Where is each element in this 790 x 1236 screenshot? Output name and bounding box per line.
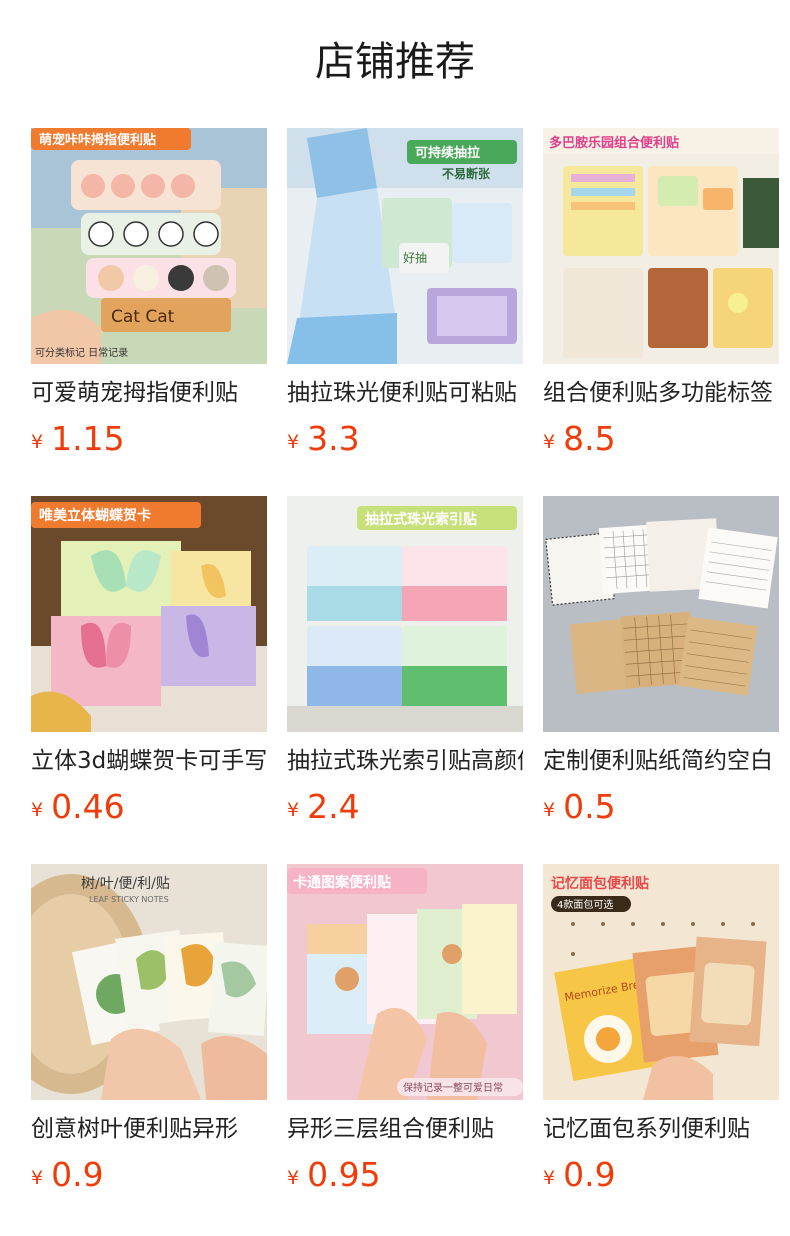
- product-price: ¥8.5: [543, 416, 616, 462]
- product-name[interactable]: 定制便利贴纸简约空白: [543, 744, 779, 778]
- price-value: 1.15: [51, 419, 125, 458]
- price-value: 0.9: [51, 1155, 104, 1194]
- product-image[interactable]: 树/叶/便/利/贴 LEAF STICKY NOTES: [31, 864, 267, 1100]
- product-image[interactable]: 唯美立体蝴蝶贺卡: [31, 496, 267, 732]
- product-price: ¥2.4: [287, 784, 360, 830]
- product-name[interactable]: 异形三层组合便利贴: [287, 1112, 523, 1146]
- product-card[interactable]: 卡通图案便利贴 保持记录一整可爱日常 异形三层组合便利贴 ¥0.95: [287, 864, 523, 1232]
- image-label-text: Cat Cat: [111, 307, 175, 327]
- image-label-text: 好抽: [403, 251, 427, 265]
- currency-symbol: ¥: [543, 799, 556, 821]
- currency-symbol: ¥: [287, 799, 300, 821]
- product-price: ¥3.3: [287, 416, 360, 462]
- product-card[interactable]: 可持续抽拉 不易断张 好抽 抽拉珠光便利贴可粘贴 ¥3.3: [287, 128, 523, 496]
- image-banner2-text: 不易断张: [442, 166, 491, 181]
- product-image[interactable]: 卡通图案便利贴 保持记录一整可爱日常: [287, 864, 523, 1100]
- product-name[interactable]: 抽拉珠光便利贴可粘贴: [287, 376, 523, 410]
- price-value: 3.3: [307, 419, 360, 458]
- currency-symbol: ¥: [31, 799, 44, 821]
- product-price: ¥0.5: [543, 784, 616, 830]
- currency-symbol: ¥: [287, 431, 300, 453]
- product-card[interactable]: 定制便利贴纸简约空白 ¥0.5: [543, 496, 779, 864]
- product-name[interactable]: 记忆面包系列便利贴: [543, 1112, 779, 1146]
- product-name[interactable]: 立体3d蝴蝶贺卡可手写: [31, 744, 267, 778]
- product-name[interactable]: 组合便利贴多功能标签: [543, 376, 779, 410]
- image-banner-text: 抽拉式珠光索引贴: [365, 511, 477, 528]
- image-banner-text: 多巴胺乐园组合便利贴: [549, 135, 679, 151]
- product-price: ¥0.95: [287, 1152, 381, 1198]
- product-image[interactable]: 萌宠咔咔拇指便利贴 Cat Cat 可分类标记 日常记录: [31, 128, 267, 364]
- currency-symbol: ¥: [543, 431, 556, 453]
- product-price: ¥0.9: [31, 1152, 104, 1198]
- product-price: ¥0.9: [543, 1152, 616, 1198]
- currency-symbol: ¥: [543, 1167, 556, 1189]
- price-value: 0.5: [563, 787, 616, 826]
- page-title: 店铺推荐: [315, 39, 475, 85]
- product-image[interactable]: 可持续抽拉 不易断张 好抽: [287, 128, 523, 364]
- image-banner2-text: 4款面包可选: [557, 898, 613, 911]
- product-card[interactable]: 唯美立体蝴蝶贺卡 立体3d蝴蝶贺卡可手写 ¥0.46: [31, 496, 267, 864]
- product-image[interactable]: 记忆面包便利贴 4款面包可选 Memorize Bread: [543, 864, 779, 1100]
- product-name[interactable]: 抽拉式珠光索引贴高颜值: [287, 744, 523, 778]
- price-value: 2.4: [307, 787, 360, 826]
- price-value: 0.46: [51, 787, 125, 826]
- product-image[interactable]: 抽拉式珠光索引贴: [287, 496, 523, 732]
- product-card[interactable]: 记忆面包便利贴 4款面包可选 Memorize Bread 记忆面包系列便利贴 …: [543, 864, 779, 1232]
- product-card[interactable]: 抽拉式珠光索引贴 抽拉式珠光索引贴高颜值 ¥2.4: [287, 496, 523, 864]
- product-name[interactable]: 创意树叶便利贴异形: [31, 1112, 267, 1146]
- image-banner-text: 卡通图案便利贴: [293, 874, 391, 891]
- product-name[interactable]: 可爱萌宠拇指便利贴: [31, 376, 267, 410]
- product-grid: 萌宠咔咔拇指便利贴 Cat Cat 可分类标记 日常记录 可爱萌宠拇指便利贴 ¥…: [31, 128, 779, 1232]
- product-card[interactable]: 萌宠咔咔拇指便利贴 Cat Cat 可分类标记 日常记录 可爱萌宠拇指便利贴 ¥…: [31, 128, 267, 496]
- currency-symbol: ¥: [287, 1167, 300, 1189]
- image-banner-text: 唯美立体蝴蝶贺卡: [39, 507, 151, 524]
- currency-symbol: ¥: [31, 1167, 44, 1189]
- image-banner-text: 树/叶/便/利/贴: [81, 876, 170, 892]
- product-image[interactable]: [543, 496, 779, 732]
- product-card[interactable]: 多巴胺乐园组合便利贴 组合便利贴多功能标签 ¥8.5: [543, 128, 779, 496]
- image-caption-text: 可分类标记 日常记录: [35, 346, 128, 359]
- image-caption-text: 保持记录一整可爱日常: [403, 1081, 503, 1094]
- price-value: 0.95: [307, 1155, 381, 1194]
- product-image[interactable]: 多巴胺乐园组合便利贴: [543, 128, 779, 364]
- image-banner-text: 记忆面包便利贴: [551, 875, 649, 892]
- price-value: 0.9: [563, 1155, 616, 1194]
- image-banner-text: 萌宠咔咔拇指便利贴: [39, 132, 156, 148]
- product-price: ¥1.15: [31, 416, 125, 462]
- image-banner-text: 可持续抽拉: [415, 145, 480, 161]
- price-value: 8.5: [563, 419, 616, 458]
- product-card[interactable]: 树/叶/便/利/贴 LEAF STICKY NOTES 创意树叶便利贴异形 ¥0…: [31, 864, 267, 1232]
- image-sub-text: LEAF STICKY NOTES: [89, 895, 169, 904]
- currency-symbol: ¥: [31, 431, 44, 453]
- product-price: ¥0.46: [31, 784, 125, 830]
